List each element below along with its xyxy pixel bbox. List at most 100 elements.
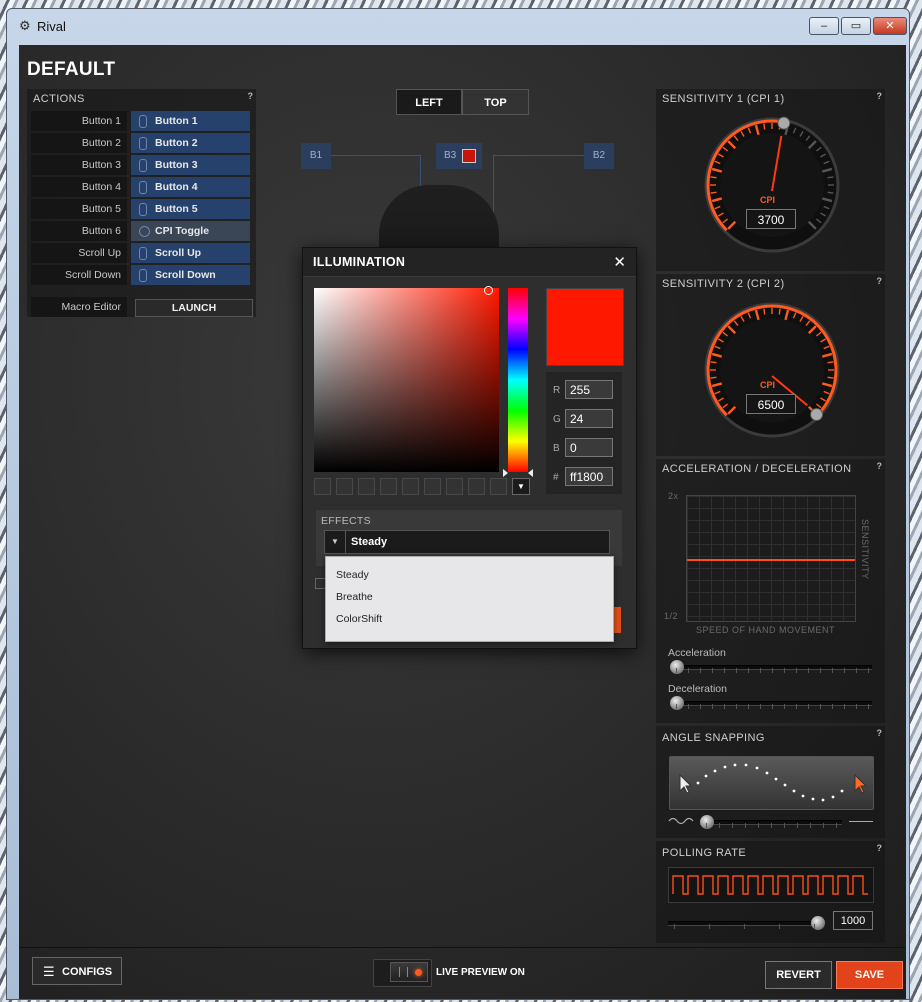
slider-tick [688,704,689,709]
view-top-button[interactable]: TOP [462,89,529,115]
effect-option[interactable]: Steady [336,569,369,581]
action-assignment-button[interactable]: Button 3 [131,155,250,175]
button-marker-b2[interactable]: B2 [584,143,614,169]
dialog-header: ILLUMINATION ✕ [303,248,636,277]
color-picker-handle[interactable] [484,286,493,295]
color-swatch[interactable] [446,478,463,495]
close-icon[interactable]: ✕ [613,253,626,271]
cpi2-value[interactable]: 6500 [746,394,796,414]
slider-tick [676,668,677,673]
effect-option[interactable]: ColorShift [336,613,382,625]
hex-input[interactable]: ff1800 [565,467,613,486]
action-assignment-button[interactable]: Scroll Down [131,265,250,285]
button-marker-b1[interactable]: B1 [301,143,331,169]
slider-tick [808,704,809,709]
slider-tick [856,668,857,673]
minimize-button[interactable]: – [809,17,839,35]
launch-macro-button[interactable]: LAUNCH [135,299,253,317]
effect-option[interactable]: Breathe [336,591,373,603]
color-swatch[interactable] [336,478,353,495]
angle-snapping-slider-handle[interactable] [700,815,714,829]
illumination-dialog: ILLUMINATION ✕ ▼ R 255 G 24 B 0 # ff1800 [302,247,637,649]
action-assignment-button[interactable]: Button 4 [131,177,250,197]
color-swatch[interactable] [490,478,507,495]
slider-tick [832,704,833,709]
slider-tick [760,704,761,709]
slider-tick [820,704,821,709]
slider-tick [706,823,707,828]
color-swatch[interactable] [402,478,419,495]
hue-slider[interactable] [508,288,528,472]
title-bar[interactable]: ⚙ Rival – ▭ ✕ [7,9,909,39]
acceleration-slider-handle[interactable] [670,660,684,674]
angle-snapping-panel: ANGLE SNAPPING ? [656,726,885,838]
close-window-button[interactable]: ✕ [873,17,907,35]
configs-button[interactable]: ☰ CONFIGS [32,957,122,985]
action-assignment-button[interactable]: Scroll Up [131,243,250,263]
help-icon[interactable]: ? [877,276,883,286]
deceleration-slider-handle[interactable] [670,696,684,710]
swatch-dropdown-button[interactable]: ▼ [512,478,530,495]
revert-button[interactable]: REVERT [765,961,832,989]
chevron-down-icon: ▼ [325,531,346,553]
action-assignment-button[interactable]: Button 1 [131,111,250,131]
action-button-name: Button 4 [31,177,127,197]
slider-tick [748,704,749,709]
cpi-label: CPI [760,195,776,205]
color-swatch[interactable] [358,478,375,495]
slider-tick [772,668,773,673]
action-row: Scroll Up Scroll Up [31,243,250,263]
hue-marker-icon[interactable] [503,464,533,477]
slider-tick [797,823,798,828]
sensitivity1-panel: SENSITIVITY 1 (CPI 1) ? CPI 3700 [656,89,885,271]
slider-tick [844,668,845,673]
slider-tick [814,924,815,929]
help-icon[interactable]: ? [877,91,883,101]
maximize-button[interactable]: ▭ [841,17,871,35]
slider-tick [745,823,746,828]
save-button[interactable]: SAVE [836,961,903,989]
saturation-value-picker[interactable] [314,288,499,472]
color-swatch[interactable] [380,478,397,495]
live-preview-label: LIVE PREVIEW ON [436,967,525,978]
effect-select[interactable]: ▼ Steady [324,530,610,554]
slider-tick [719,823,720,828]
help-icon[interactable]: ? [877,843,883,853]
help-icon[interactable]: ? [248,91,254,101]
help-icon[interactable]: ? [877,728,883,738]
slider-tick [724,704,725,709]
acceleration-graph [686,495,856,622]
action-assignment-button[interactable]: Button 2 [131,133,250,153]
cpi1-value[interactable]: 3700 [746,209,796,229]
action-button-name: Scroll Down [31,265,127,285]
help-icon[interactable]: ? [877,461,883,471]
slider-tick [844,704,845,709]
button-marker-b3[interactable]: B3 [436,143,482,169]
slider-tick [820,668,821,673]
mouse-button-icon [139,137,147,150]
action-assignment-label: Button 5 [155,203,198,215]
view-left-button[interactable]: LEFT [396,89,462,115]
cpi-label: CPI [760,380,776,390]
live-preview-toggle[interactable] [373,959,432,987]
color-swatch[interactable] [468,478,485,495]
red-input[interactable]: 255 [565,380,613,399]
wave-icon [668,817,694,825]
cpi2-gauge[interactable] [700,298,844,442]
cpi1-gauge[interactable] [700,113,844,257]
slider-tick [868,668,869,673]
color-swatch[interactable] [314,478,331,495]
blue-input[interactable]: 0 [565,438,613,457]
action-row: Button 3 Button 3 [31,155,250,175]
color-swatch[interactable] [424,478,441,495]
slider-tick [779,924,780,929]
polling-rate-slider[interactable] [668,921,818,926]
mouse-button-icon [139,247,147,260]
polling-rate-value[interactable]: 1000 [833,911,873,930]
green-input[interactable]: 24 [565,409,613,428]
acceleration-curve [687,559,855,561]
action-assignment-button[interactable]: Button 5 [131,199,250,219]
sensitivity2-title: SENSITIVITY 2 (CPI 2) [662,278,785,290]
action-button-name: Button 5 [31,199,127,219]
action-assignment-button[interactable]: CPI Toggle [131,221,250,241]
